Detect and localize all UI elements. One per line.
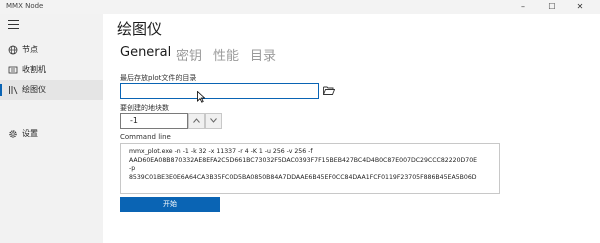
plot-count-input[interactable]: -1: [120, 113, 188, 129]
hamburger-menu-icon[interactable]: [8, 20, 19, 30]
command-line-label: Command line: [120, 133, 171, 141]
plot-count-label: 要创建的地块数: [120, 104, 169, 112]
plotter-icon: [9, 86, 18, 95]
sidebar-item-harvester[interactable]: 收割机: [0, 60, 103, 80]
plot-dir-label: 最后存放plot文件的目录: [120, 74, 197, 82]
gear-icon: [9, 130, 17, 138]
harvester-icon: [8, 66, 18, 74]
page-title: 绘图仪: [117, 20, 163, 38]
plot-dir-input[interactable]: [120, 83, 319, 99]
command-line-text: AAD60EA08B870332AE8EFA2C5D661BC73032F5DA…: [129, 156, 478, 164]
tab-general[interactable]: General: [120, 45, 171, 60]
command-line-box[interactable]: mmx_plot.exe -n -1 -k 32 -x 11337 -r 4 -…: [120, 143, 500, 194]
sidebar-item-label: 节点: [22, 45, 38, 54]
close-button[interactable]: ✕: [569, 0, 591, 14]
app-title: MMX Node: [6, 2, 44, 10]
tab-directories[interactable]: 目录: [250, 45, 276, 64]
command-line-text: -p: [129, 165, 136, 173]
tab-performance[interactable]: 性能: [213, 45, 239, 64]
command-line-text: 8539C01BE3E0E6A64CA3B35FC0D5BA0850B84A7D…: [129, 173, 477, 181]
sidebar: 节点 收割机 绘图仪 设置: [0, 14, 103, 243]
command-line-text: mmx_plot.exe -n -1 -k 32 -x 11337 -r 4 -…: [129, 148, 313, 155]
chevron-up-icon: [193, 118, 200, 123]
minimize-button[interactable]: –: [512, 0, 534, 14]
spin-down-button[interactable]: [205, 113, 222, 129]
folder-open-icon[interactable]: [323, 85, 335, 96]
sidebar-item-node[interactable]: 节点: [0, 40, 103, 60]
main-panel: 绘图仪 General 密钥 性能 目录 最后存放plot文件的目录 要创建的地…: [103, 14, 600, 243]
start-button[interactable]: 开始: [120, 197, 220, 212]
mouse-cursor-icon: [197, 91, 205, 103]
title-bar: MMX Node – ☐ ✕: [0, 0, 600, 14]
sidebar-item-plotter[interactable]: 绘图仪: [0, 80, 103, 100]
sidebar-item-label: 收割机: [22, 65, 46, 74]
spin-up-button[interactable]: [188, 113, 205, 129]
tab-keys[interactable]: 密钥: [176, 45, 202, 64]
sidebar-item-settings[interactable]: 设置: [0, 124, 103, 144]
sidebar-item-label: 绘图仪: [22, 85, 46, 94]
globe-icon: [8, 45, 18, 55]
maximize-button[interactable]: ☐: [541, 0, 563, 14]
chevron-down-icon: [210, 118, 217, 123]
sidebar-item-label: 设置: [22, 129, 38, 138]
